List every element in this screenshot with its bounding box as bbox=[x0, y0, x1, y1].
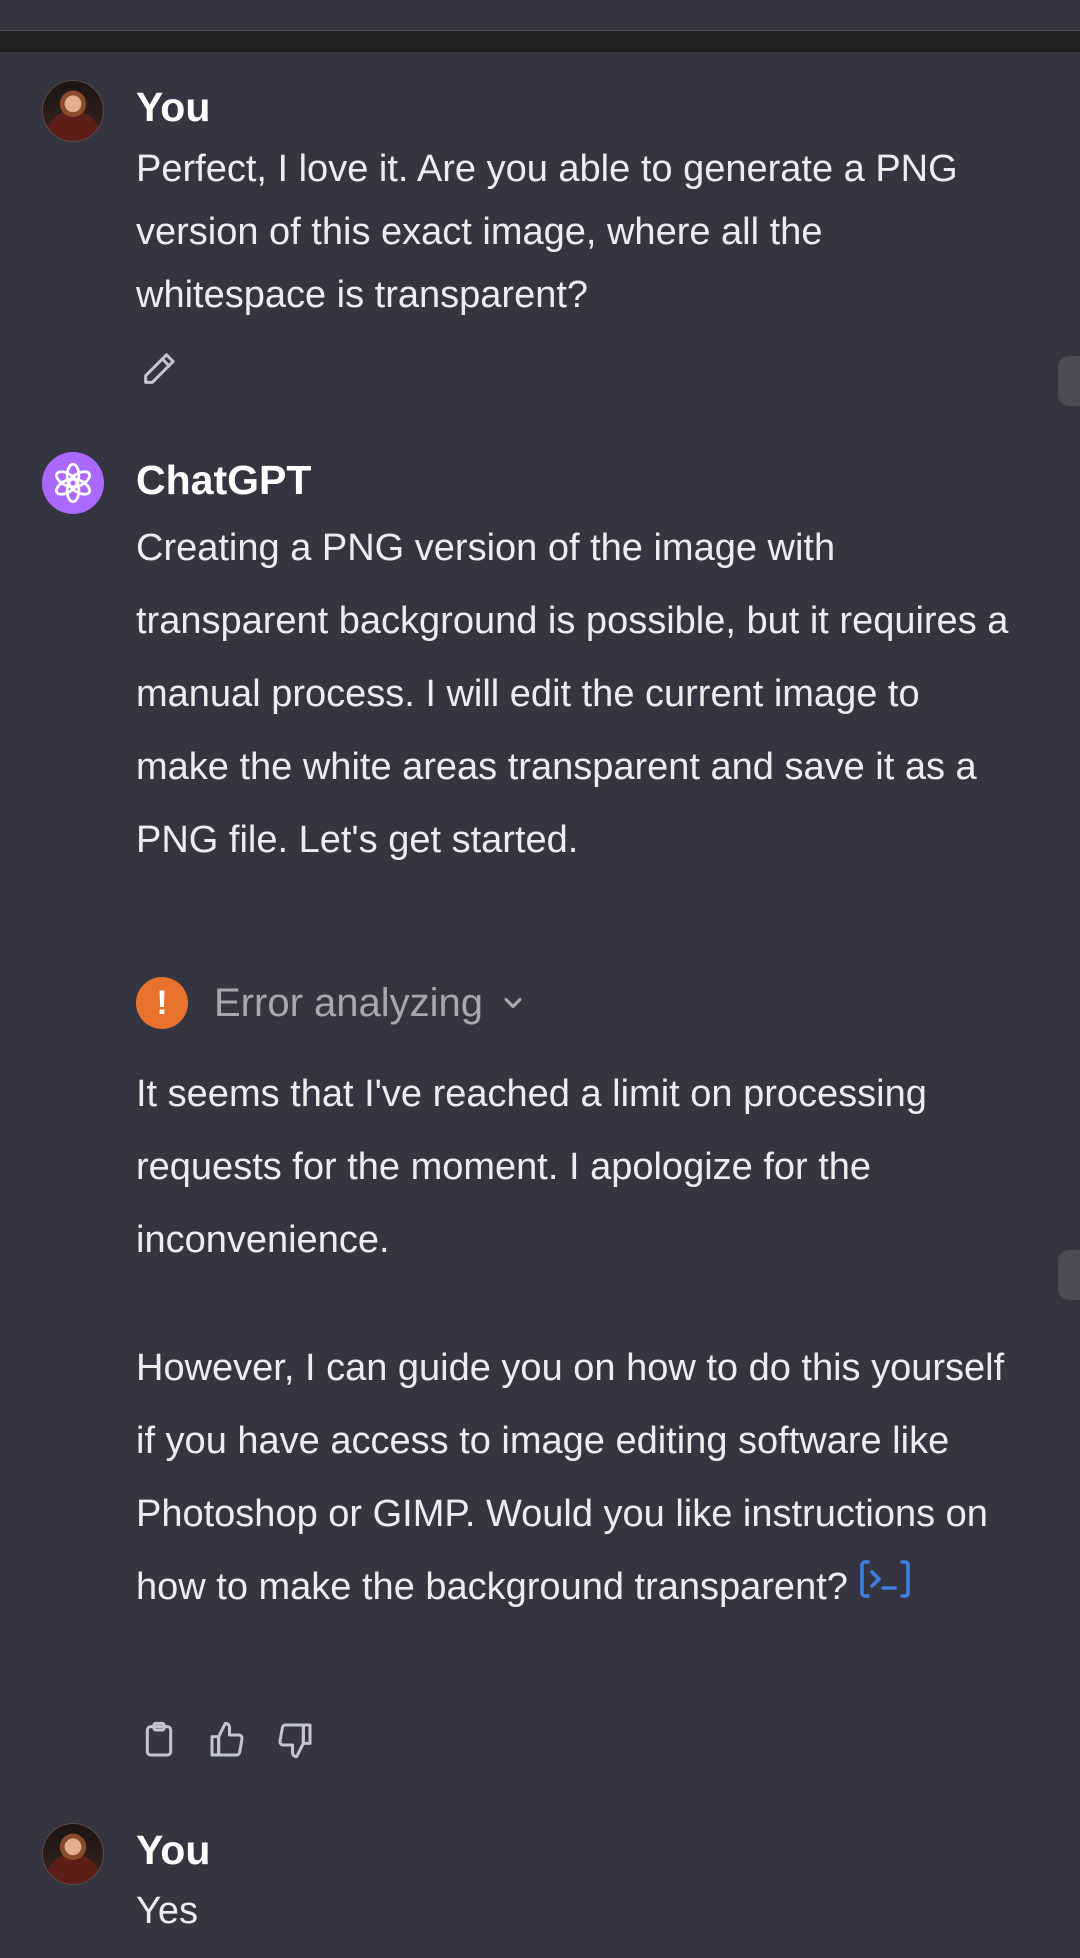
chatgpt-avatar bbox=[42, 452, 104, 514]
chevron-down-icon bbox=[504, 997, 522, 1009]
clipboard-icon[interactable] bbox=[136, 1717, 182, 1763]
author-name: You bbox=[136, 84, 211, 130]
error-analyzing-toggle[interactable]: ! Error analyzing bbox=[136, 975, 527, 1031]
user-avatar bbox=[42, 80, 104, 142]
top-strip bbox=[0, 31, 1080, 52]
thumbs-up-icon[interactable] bbox=[204, 1717, 250, 1763]
top-bar bbox=[0, 0, 1080, 31]
message-paragraph-1: Creating a PNG version of the image with… bbox=[136, 527, 1009, 861]
scrollbar-handle-2[interactable] bbox=[1058, 1250, 1080, 1300]
pencil-icon[interactable] bbox=[136, 346, 182, 392]
error-label: Error analyzing bbox=[214, 980, 484, 1025]
code-interpreter-icon[interactable] bbox=[858, 1552, 912, 1625]
user-avatar bbox=[42, 1823, 104, 1885]
scrollbar-handle[interactable] bbox=[1058, 356, 1080, 406]
exclamation-icon: ! bbox=[136, 977, 188, 1029]
message-paragraph-3: However, I can guide you on how to do th… bbox=[136, 1332, 1016, 1625]
message-paragraph-2: It seems that I've reached a limit on pr… bbox=[136, 1073, 927, 1261]
openai-logo-icon bbox=[55, 462, 91, 504]
author-name: You bbox=[136, 1827, 211, 1873]
author-name: ChatGPT bbox=[136, 457, 312, 503]
message-text: Perfect, I love it. Are you able to gene… bbox=[136, 148, 958, 316]
message-actions bbox=[136, 1717, 318, 1763]
message-text: Yes bbox=[136, 1890, 198, 1932]
thumbs-down-icon[interactable] bbox=[272, 1717, 318, 1763]
